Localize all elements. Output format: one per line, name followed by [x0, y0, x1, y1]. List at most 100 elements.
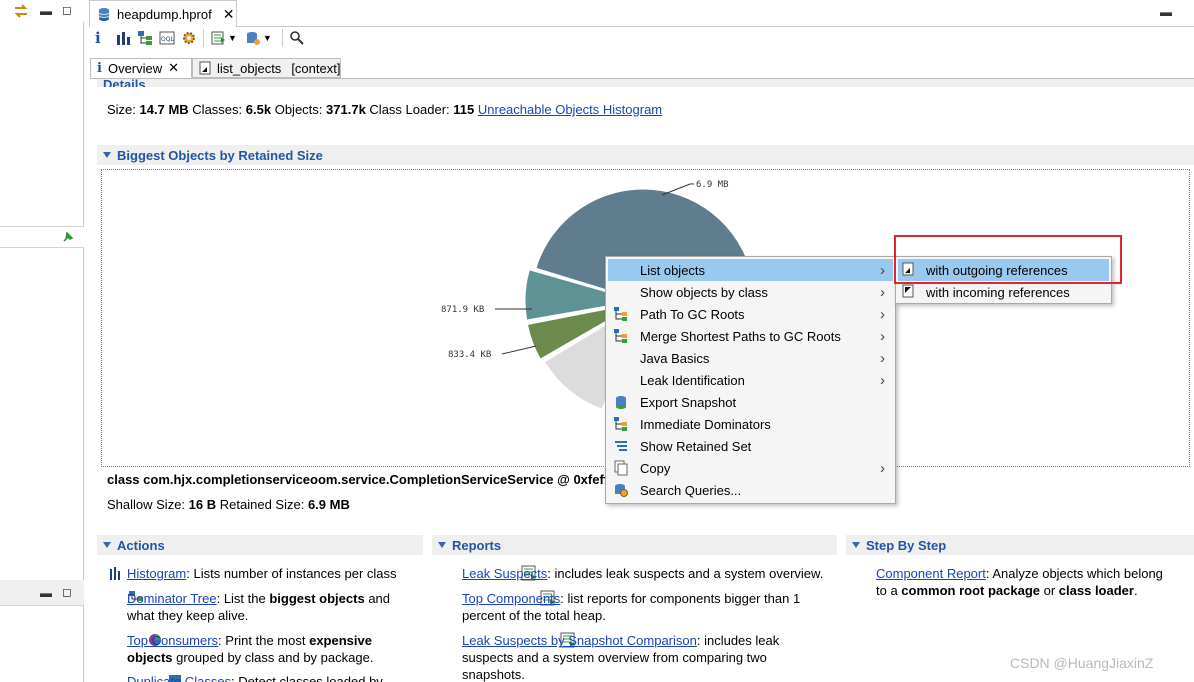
query-browser-icon[interactable] [245, 30, 261, 46]
collapse-icon [103, 152, 111, 158]
left-bottom-toolbar: ▬ ◻ [0, 580, 84, 606]
context-menu-item[interactable]: Show Retained Set [608, 435, 893, 457]
report-comparison-line2: suspects and a system overview from comp… [462, 650, 767, 665]
details-header[interactable]: Details [97, 79, 1194, 87]
incoming-references-icon [902, 284, 918, 300]
tree-icon [613, 328, 629, 344]
tab-overview[interactable]: i Overview ✕ [90, 58, 192, 78]
action-text: : List the [216, 591, 270, 606]
submenu-item-label: with incoming references [926, 284, 1070, 300]
submenu-item-incoming[interactable]: with incoming references [898, 281, 1109, 303]
gear-icon[interactable] [181, 30, 197, 46]
action-duplicate-classes: Duplicate Classes: Detect classes loaded… [127, 673, 383, 682]
sync-icon[interactable] [12, 3, 30, 19]
context-menu-item[interactable]: Java Basics › [608, 347, 893, 369]
leak-suspects-comparison-link[interactable]: Leak Suspects by Snapshot Comparison [462, 633, 697, 648]
step-by-step-header-label: Step By Step [866, 537, 947, 553]
context-menu-item-label: Leak Identification [640, 372, 745, 388]
editor-tab-heapdump[interactable]: heapdump.hprof ✕ [89, 0, 237, 27]
context-menu-item[interactable]: Merge Shortest Paths to GC Roots › [608, 325, 893, 347]
minimize-icon[interactable]: ▬ [1160, 6, 1172, 18]
action-top-consumers-line2: objects grouped by class and by package. [127, 649, 373, 666]
report-text: : list reports for components bigger tha… [560, 591, 801, 606]
minimize-icon[interactable]: ▬ [40, 5, 52, 17]
search-icon[interactable] [289, 30, 305, 46]
context-menu-item[interactable]: Immediate Dominators [608, 413, 893, 435]
classes-value: 6.5k [245, 102, 272, 117]
tab-overview-label: Overview [107, 60, 163, 76]
context-menu-item-label: Java Basics [640, 350, 710, 366]
action-top-consumers: Top Consumers: Print the most expensive [127, 632, 372, 649]
context-menu-item[interactable]: Copy › [608, 457, 893, 479]
step-by-step-header[interactable]: Step By Step [846, 535, 1194, 555]
action-dominator-line2: what they keep alive. [127, 608, 249, 623]
editor-toolbar: i OQL ▼ ▼ [95, 28, 305, 48]
action-text: : Print the most [218, 633, 310, 648]
close-icon[interactable]: ✕ [168, 60, 179, 76]
top-consumers-link[interactable]: Top Consumers [127, 633, 218, 648]
context-menu-item-label: Merge Shortest Paths to GC Roots [640, 328, 841, 344]
report-top-components: Top Components: list reports for compone… [462, 590, 800, 607]
report-comparison-line3: snapshots. [462, 667, 525, 682]
chevron-right-icon: › [880, 327, 885, 345]
tree-icon [613, 416, 629, 432]
context-menu-item[interactable]: List objects › [608, 259, 893, 281]
step-text: or [1040, 583, 1059, 598]
close-icon[interactable]: ✕ [223, 6, 235, 23]
run-report-icon[interactable] [210, 30, 226, 46]
chevron-right-icon: › [880, 305, 885, 323]
reports-header-label: Reports [452, 537, 502, 553]
maximize-icon[interactable]: ◻ [62, 4, 72, 16]
tab-border [237, 26, 1194, 27]
highlight-box [894, 235, 1122, 284]
tab-list-objects-label: list_objects [217, 60, 282, 76]
tree-icon [613, 306, 629, 322]
watermark: CSDN @HuangJiaxinZ [1010, 655, 1154, 671]
dominator-tree-link[interactable]: Dominator Tree [127, 591, 217, 606]
objects-value: 371.7k [326, 102, 366, 117]
pie-slice-label: 871.9 KB [441, 305, 484, 315]
actions-header-label: Actions [117, 537, 165, 553]
actions-header[interactable]: Actions [97, 535, 423, 555]
retained-size-value: 6.9 MB [307, 497, 350, 512]
context-menu-item[interactable]: Show objects by class › [608, 281, 893, 303]
dominator-tree-icon[interactable] [137, 30, 153, 46]
context-menu-item-label: Show Retained Set [640, 438, 752, 454]
context-menu-item[interactable]: Leak Identification › [608, 369, 893, 391]
component-report-link[interactable]: Component Report [876, 566, 986, 581]
shallow-size-label: Shallow Size: [107, 497, 186, 512]
context-menu-item[interactable]: Export Snapshot [608, 391, 893, 413]
chevron-right-icon: › [880, 371, 885, 389]
maximize-icon[interactable]: ◻ [62, 586, 72, 598]
left-view-strip [0, 226, 84, 248]
list-icon [613, 438, 629, 454]
context-menu-item[interactable]: Search Queries... [608, 479, 893, 501]
heapdump-file-icon [96, 6, 112, 22]
search-db-icon [613, 482, 629, 498]
report-text: : includes leak [696, 633, 780, 648]
left-view-middle [0, 248, 84, 580]
reports-header[interactable]: Reports [432, 535, 837, 555]
top-components-link[interactable]: Top Components [462, 591, 560, 606]
leak-suspects-link[interactable]: Leak Suspects [462, 566, 547, 581]
oql-icon[interactable]: OQL [159, 30, 175, 46]
minimize-icon[interactable]: ▬ [40, 587, 52, 599]
action-text: : Lists number of instances per class [186, 566, 397, 581]
histogram-link[interactable]: Histogram [127, 566, 186, 581]
toolbar-separator [281, 29, 283, 47]
duplicate-classes-link[interactable]: Duplicate Classes [127, 674, 231, 682]
unreachable-objects-histogram-link[interactable]: Unreachable Objects Histogram [478, 102, 662, 117]
left-view-bottom: ▬ ◻ [0, 580, 84, 682]
pin-icon[interactable] [62, 231, 74, 243]
biggest-objects-header-label: Biggest Objects by Retained Size [117, 147, 323, 163]
chevron-down-icon[interactable]: ▼ [263, 33, 272, 43]
chevron-down-icon[interactable]: ▼ [228, 33, 237, 43]
histogram-icon[interactable] [115, 30, 131, 46]
left-view-toolbar: ▬ ◻ [0, 0, 84, 22]
action-text: : Detect classes loaded by [231, 674, 383, 682]
tab-list-objects[interactable]: list_objects [context] [192, 58, 341, 78]
context-menu-item[interactable]: Path To GC Roots › [608, 303, 893, 325]
editor-tab-title: heapdump.hprof [117, 6, 212, 22]
biggest-objects-header[interactable]: Biggest Objects by Retained Size [97, 145, 1194, 165]
info-icon[interactable]: i [95, 29, 115, 47]
